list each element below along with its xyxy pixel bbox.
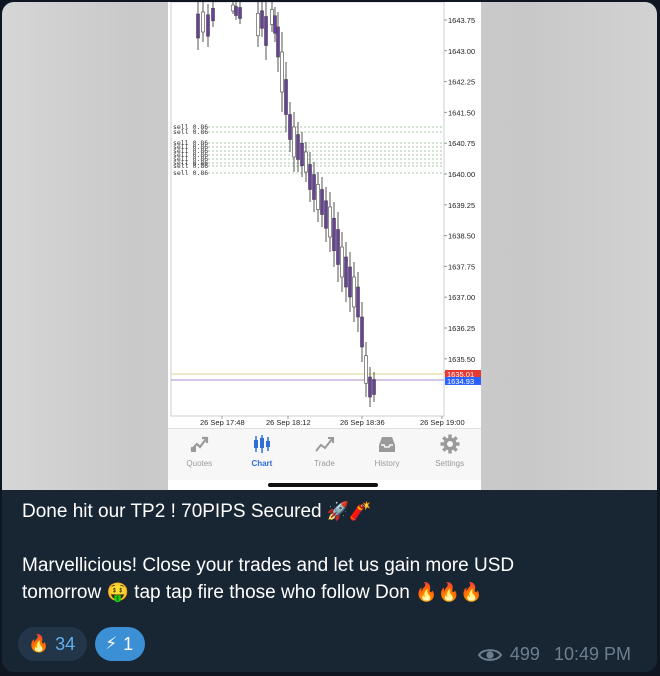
message-line-2-text: Marvellicious! Close your trades and let… xyxy=(22,555,515,576)
candle-body xyxy=(260,10,264,29)
candle-body xyxy=(336,229,340,265)
price-chart: 1643.75 1643.00 1642.25 1641.50 1640.75 1640.… xyxy=(170,2,481,427)
candle-body xyxy=(304,151,308,173)
rocket-firecracker-emoji: 🚀🧨 xyxy=(326,501,372,522)
tab-quotes[interactable]: Quotes xyxy=(169,433,229,468)
candle-body xyxy=(300,142,304,167)
time-axis-label: 26 Sep 18:36 xyxy=(340,418,385,427)
candle-body xyxy=(360,316,364,348)
candle-body xyxy=(280,51,284,93)
phone-screen: 1643.75 1643.00 1642.25 1641.50 1640.75 1640.… xyxy=(168,2,481,490)
fire-emoji: 🔥🔥🔥 xyxy=(415,582,483,603)
message-line-3-start: tomorrow xyxy=(22,582,102,603)
candle-body xyxy=(364,355,368,384)
tab-label: History xyxy=(374,459,400,468)
tab-label: Quotes xyxy=(186,459,213,468)
message-time: 10:49 PM xyxy=(553,644,631,664)
candle-body xyxy=(264,16,268,46)
tab-label: Chart xyxy=(251,459,273,468)
candle-body xyxy=(316,184,320,210)
message-line-1: Done hit our TP2 ! 70PIPS Secured 🚀🧨 xyxy=(22,498,642,525)
candle-body xyxy=(320,189,324,215)
price-axis-label: 1639.25 xyxy=(448,201,475,210)
reactions-bar: 🔥 34 ⚡ 1 xyxy=(18,627,146,661)
sell-order-label: sell 0.86 xyxy=(173,169,208,177)
candle-body xyxy=(348,266,352,298)
time-axis-label: 26 Sep 19:00 xyxy=(420,418,465,427)
candlestick-chart-icon xyxy=(253,435,270,453)
chart-screenshot[interactable]: 1643.75 1643.00 1642.25 1641.50 1640.75 1640.… xyxy=(2,2,657,490)
candle-body xyxy=(332,217,336,252)
quotes-icon xyxy=(190,436,209,452)
candle-body xyxy=(292,126,296,158)
reaction-lightning[interactable]: ⚡ 1 xyxy=(95,627,146,661)
tab-label: Trade xyxy=(314,459,335,468)
candle-body xyxy=(256,12,260,37)
price-axis-label: 1637.75 xyxy=(448,262,475,271)
candle-body xyxy=(201,11,205,33)
eye-icon xyxy=(477,648,502,661)
price-axis-label: 1640.75 xyxy=(448,139,475,148)
reaction-fire[interactable]: 🔥 34 xyxy=(18,627,88,661)
sell-order-label: sell 0.86 xyxy=(173,128,208,136)
view-count: 499 xyxy=(509,644,540,664)
tab-history[interactable]: History xyxy=(357,433,417,468)
price-axis-label: 1643.75 xyxy=(448,16,475,25)
candle-body xyxy=(356,286,360,318)
candle-body xyxy=(328,206,332,238)
message-line-1-text: Done hit our TP2 ! 70PIPS Secured xyxy=(22,501,322,522)
candle-body xyxy=(368,376,372,398)
candle-body xyxy=(344,256,348,288)
candle-body xyxy=(284,79,288,115)
inbox-icon xyxy=(379,437,396,452)
reaction-count: 1 xyxy=(123,633,134,654)
candle-body xyxy=(273,15,277,34)
price-axis-label: 1641.50 xyxy=(448,108,475,117)
candle-body xyxy=(352,276,356,308)
candle-body xyxy=(288,114,292,140)
message-meta: 499 10:49 PM xyxy=(477,644,631,665)
candle-body xyxy=(238,7,242,19)
tab-label: Settings xyxy=(435,459,465,468)
candle-body xyxy=(312,174,316,200)
candle-body xyxy=(234,6,238,16)
reaction-count: 34 xyxy=(55,633,76,654)
tab-trade[interactable]: Trade xyxy=(294,433,354,468)
tab-chart[interactable]: Chart xyxy=(232,433,292,468)
time-axis-label: 26 Sep 18:12 xyxy=(266,418,311,427)
price-axis-label: 1636.25 xyxy=(448,324,475,333)
price-axis-label: 1638.50 xyxy=(448,232,475,241)
candle-body xyxy=(308,164,312,190)
fire-icon: 🔥 xyxy=(28,634,50,654)
tab-settings[interactable]: Settings xyxy=(420,433,480,468)
candle-body xyxy=(296,134,300,160)
candle-body xyxy=(206,14,210,37)
price-axis-label: 1640.00 xyxy=(448,170,475,179)
message-line-2: Marvellicious! Close your trades and let… xyxy=(22,552,642,606)
gear-icon xyxy=(440,434,460,454)
current-price-blue: 1634.93 xyxy=(447,377,474,386)
lightning-icon: ⚡ xyxy=(105,634,118,654)
money-mouth-emoji: 🤑 xyxy=(106,582,129,603)
candle-body xyxy=(211,7,215,22)
price-axis-label: 1642.25 xyxy=(448,78,475,87)
price-axis-label: 1637.00 xyxy=(448,293,475,302)
candle-body xyxy=(270,9,274,25)
app-tab-bar: Quotes Chart Trade History Settings xyxy=(168,428,481,480)
candle-body xyxy=(372,379,376,395)
price-axis-label: 1643.00 xyxy=(448,47,475,56)
message-bubble: 1643.75 1643.00 1642.25 1641.50 1640.75 1640.… xyxy=(2,2,657,672)
trade-icon xyxy=(315,437,335,452)
candle-body xyxy=(276,26,280,58)
message-text: Done hit our TP2 ! 70PIPS Secured 🚀🧨 Mar… xyxy=(22,498,642,606)
candle-body xyxy=(340,246,344,278)
plot-area xyxy=(170,2,445,417)
time-axis-label: 26 Sep 17:48 xyxy=(200,418,245,427)
price-axis-label: 1635.50 xyxy=(448,355,475,364)
candle-body xyxy=(231,4,235,12)
candle-body xyxy=(324,200,328,229)
home-indicator xyxy=(268,483,378,487)
candle-body xyxy=(196,13,200,39)
message-line-3-text: tap tap fire those who follow Don xyxy=(134,582,410,603)
